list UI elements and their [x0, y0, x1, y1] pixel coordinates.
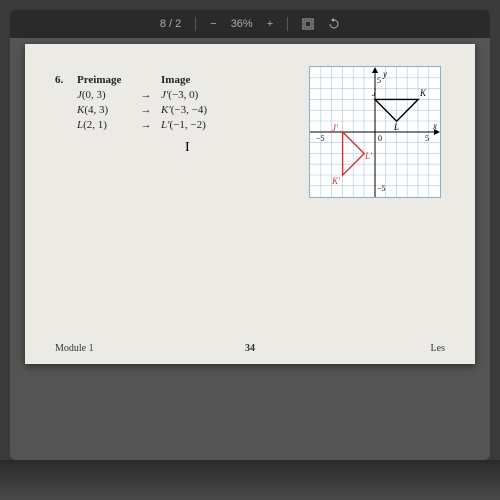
tick-label: −5: [377, 184, 386, 193]
viewer-toolbar: 8 / 2 − 36% +: [10, 10, 490, 39]
tick-label: 5: [425, 134, 429, 143]
footer-left: Module 1: [55, 343, 94, 354]
rotate-icon[interactable]: [328, 18, 340, 30]
mapping-columns: Preimage J(0, 3) K(4, 3) L(2, 1) → → → I…: [77, 74, 239, 133]
x-axis-label: x: [432, 121, 437, 131]
maps-to-arrow: →: [137, 88, 155, 103]
page-viewport[interactable]: 6. Preimage J(0, 3) K(4, 3) L(2, 1) → → …: [10, 38, 490, 460]
zoom-out-button[interactable]: −: [210, 18, 216, 30]
point-label-J: J: [372, 88, 377, 98]
text-cursor: I: [185, 140, 190, 156]
page-number: 34: [245, 343, 255, 354]
device-bottom-blur: [0, 460, 500, 500]
point-label-Lp: L′: [364, 151, 373, 161]
page-footer: Module 1 34 Les: [25, 343, 475, 354]
arrow-column: → → →: [137, 74, 155, 133]
zoom-level[interactable]: 36%: [231, 18, 253, 30]
image-column: Image J′(−3, 0) K′(−3, −4) L′(−1, −2): [161, 74, 239, 133]
toolbar-divider: [287, 17, 288, 31]
footer-right: Les: [431, 343, 445, 354]
image-row: L′(−1, −2): [161, 118, 239, 133]
maps-to-arrow: →: [137, 103, 155, 118]
document-viewer: 8 / 2 − 36% + 6. Preimage J(0, 3) K(4, 3…: [10, 10, 490, 460]
point-label-Jp: J′: [332, 123, 339, 133]
point-label-Kp: K′: [331, 176, 341, 186]
preimage-row: J(0, 3): [77, 88, 131, 103]
point-label-L: L: [393, 122, 399, 132]
image-header: Image: [161, 74, 239, 86]
maps-to-arrow: →: [137, 118, 155, 133]
image-row: J′(−3, 0): [161, 88, 239, 103]
y-axis-label: y: [382, 69, 387, 79]
tick-label: 5: [377, 76, 381, 85]
problem-block: 6. Preimage J(0, 3) K(4, 3) L(2, 1) → → …: [55, 74, 239, 133]
toolbar-divider: [195, 17, 196, 31]
point-label-K: K: [419, 88, 427, 98]
preimage-column: Preimage J(0, 3) K(4, 3) L(2, 1): [77, 74, 131, 133]
preimage-header: Preimage: [77, 74, 131, 86]
preimage-row: K(4, 3): [77, 103, 131, 118]
zoom-in-button[interactable]: +: [267, 18, 273, 30]
image-row: K′(−3, −4): [161, 103, 239, 118]
grid-svg: y x 5 −5 5 −5 0 J K L J′ K′ L′: [310, 67, 440, 197]
problem-number: 6.: [55, 74, 73, 133]
document-page: 6. Preimage J(0, 3) K(4, 3) L(2, 1) → → …: [25, 44, 475, 364]
origin-label: 0: [378, 134, 382, 143]
preimage-row: L(2, 1): [77, 118, 131, 133]
tick-label: −5: [316, 134, 325, 143]
page-indicator[interactable]: 8 / 2: [160, 18, 181, 30]
coordinate-grid: y x 5 −5 5 −5 0 J K L J′ K′ L′: [309, 66, 441, 198]
fit-page-icon[interactable]: [302, 18, 314, 30]
